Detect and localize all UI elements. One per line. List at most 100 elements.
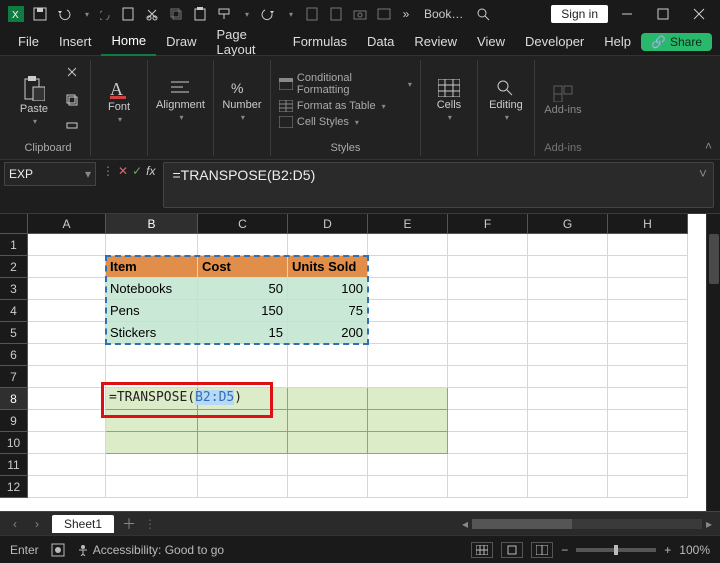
- cell[interactable]: [368, 344, 448, 366]
- cell[interactable]: [198, 234, 288, 256]
- row-header-2[interactable]: 2: [0, 256, 28, 278]
- cell[interactable]: [288, 410, 368, 432]
- tab-page-layout[interactable]: Page Layout: [207, 28, 283, 56]
- cell[interactable]: 150: [198, 300, 288, 322]
- cell[interactable]: [448, 300, 528, 322]
- cell[interactable]: [528, 476, 608, 498]
- cell-styles-button[interactable]: Cell Styles▾: [279, 116, 412, 128]
- row-headers[interactable]: 123456789101112: [0, 234, 28, 498]
- hscroll-thumb[interactable]: [472, 519, 572, 529]
- cell[interactable]: Pens: [106, 300, 198, 322]
- cell[interactable]: [28, 344, 106, 366]
- share-button[interactable]: 🔗Share: [641, 33, 712, 51]
- cell[interactable]: [608, 344, 688, 366]
- cell[interactable]: [528, 256, 608, 278]
- cell[interactable]: [106, 234, 198, 256]
- name-box-dropdown-icon[interactable]: ▾: [85, 167, 91, 181]
- column-header-F[interactable]: F: [448, 214, 528, 234]
- copy-icon[interactable]: [164, 2, 188, 26]
- cell[interactable]: [368, 278, 448, 300]
- row-header-10[interactable]: 10: [0, 432, 28, 454]
- camera-icon[interactable]: [348, 2, 372, 26]
- cancel-formula-icon[interactable]: ✕: [118, 164, 128, 178]
- cell[interactable]: [106, 366, 198, 388]
- sheet-nav-next-icon[interactable]: ›: [30, 517, 44, 531]
- cut-ribbon-icon[interactable]: [62, 60, 82, 84]
- cells-button[interactable]: Cells▾: [429, 79, 469, 122]
- cell[interactable]: [608, 388, 688, 410]
- conditional-formatting-button[interactable]: Conditional Formatting▾: [279, 72, 412, 96]
- tab-view[interactable]: View: [467, 28, 515, 56]
- cell[interactable]: [528, 278, 608, 300]
- sign-in-button[interactable]: Sign in: [551, 5, 608, 23]
- cell[interactable]: [198, 432, 288, 454]
- row-header-5[interactable]: 5: [0, 322, 28, 344]
- row-header-6[interactable]: 6: [0, 344, 28, 366]
- expand-formula-icon[interactable]: ˅: [699, 165, 707, 181]
- redo-alt-icon[interactable]: [256, 2, 280, 26]
- cell[interactable]: [528, 344, 608, 366]
- cell[interactable]: [28, 322, 106, 344]
- cell[interactable]: [198, 476, 288, 498]
- tab-insert[interactable]: Insert: [49, 28, 102, 56]
- cell[interactable]: 75: [288, 300, 368, 322]
- cell[interactable]: 15: [198, 322, 288, 344]
- cell[interactable]: [368, 300, 448, 322]
- vertical-scrollbar[interactable]: [706, 214, 720, 511]
- cell[interactable]: [288, 366, 368, 388]
- format-as-table-button[interactable]: Format as Table▾: [279, 100, 412, 112]
- cell[interactable]: [288, 476, 368, 498]
- qat-doc2-icon[interactable]: [324, 2, 348, 26]
- cell[interactable]: [198, 454, 288, 476]
- column-header-G[interactable]: G: [528, 214, 608, 234]
- cell[interactable]: [528, 322, 608, 344]
- tab-data[interactable]: Data: [357, 28, 404, 56]
- cell[interactable]: [528, 366, 608, 388]
- cell[interactable]: [608, 476, 688, 498]
- cell[interactable]: [368, 454, 448, 476]
- addins-button[interactable]: Add-ins: [543, 84, 583, 116]
- cell[interactable]: [288, 432, 368, 454]
- cell[interactable]: [448, 366, 528, 388]
- cell[interactable]: [28, 410, 106, 432]
- font-button[interactable]: A Font▾: [99, 77, 139, 124]
- cell[interactable]: [368, 256, 448, 278]
- cell[interactable]: [448, 454, 528, 476]
- cell[interactable]: [448, 278, 528, 300]
- cell[interactable]: 50: [198, 278, 288, 300]
- sheet-tab[interactable]: Sheet1: [52, 515, 114, 533]
- column-header-H[interactable]: H: [608, 214, 688, 234]
- cell[interactable]: [448, 344, 528, 366]
- column-headers[interactable]: ABCDEFGH: [28, 214, 688, 234]
- undo-icon[interactable]: [52, 2, 76, 26]
- collapse-ribbon-icon[interactable]: ˄: [705, 139, 712, 153]
- cell[interactable]: [528, 234, 608, 256]
- format-painter-icon[interactable]: [212, 2, 236, 26]
- qat-more1-icon[interactable]: [372, 2, 396, 26]
- zoom-out-button[interactable]: −: [561, 543, 568, 557]
- cell[interactable]: [528, 300, 608, 322]
- cell[interactable]: [368, 476, 448, 498]
- sheet-nav-prev-icon[interactable]: ‹: [8, 517, 22, 531]
- view-normal-icon[interactable]: [471, 542, 493, 558]
- format-painter-dropdown-icon[interactable]: ▾: [236, 2, 256, 26]
- cell[interactable]: [608, 256, 688, 278]
- qat-doc1-icon[interactable]: [300, 2, 324, 26]
- close-button[interactable]: [682, 0, 716, 28]
- column-header-A[interactable]: A: [28, 214, 106, 234]
- cell[interactable]: [28, 300, 106, 322]
- cell[interactable]: [368, 322, 448, 344]
- save-icon[interactable]: [28, 2, 52, 26]
- cell[interactable]: 200: [288, 322, 368, 344]
- paste-quick-icon[interactable]: [188, 2, 212, 26]
- cell[interactable]: [608, 432, 688, 454]
- new-file-icon[interactable]: [116, 2, 140, 26]
- cell[interactable]: [28, 388, 106, 410]
- cell[interactable]: [288, 234, 368, 256]
- cell[interactable]: [28, 476, 106, 498]
- hscroll-left-icon[interactable]: ◂: [462, 517, 468, 531]
- cells-area[interactable]: ItemCostUnits SoldNotebooks50100Pens1507…: [28, 234, 688, 498]
- zoom-handle[interactable]: [614, 545, 618, 555]
- cell[interactable]: [106, 410, 198, 432]
- cell[interactable]: [198, 344, 288, 366]
